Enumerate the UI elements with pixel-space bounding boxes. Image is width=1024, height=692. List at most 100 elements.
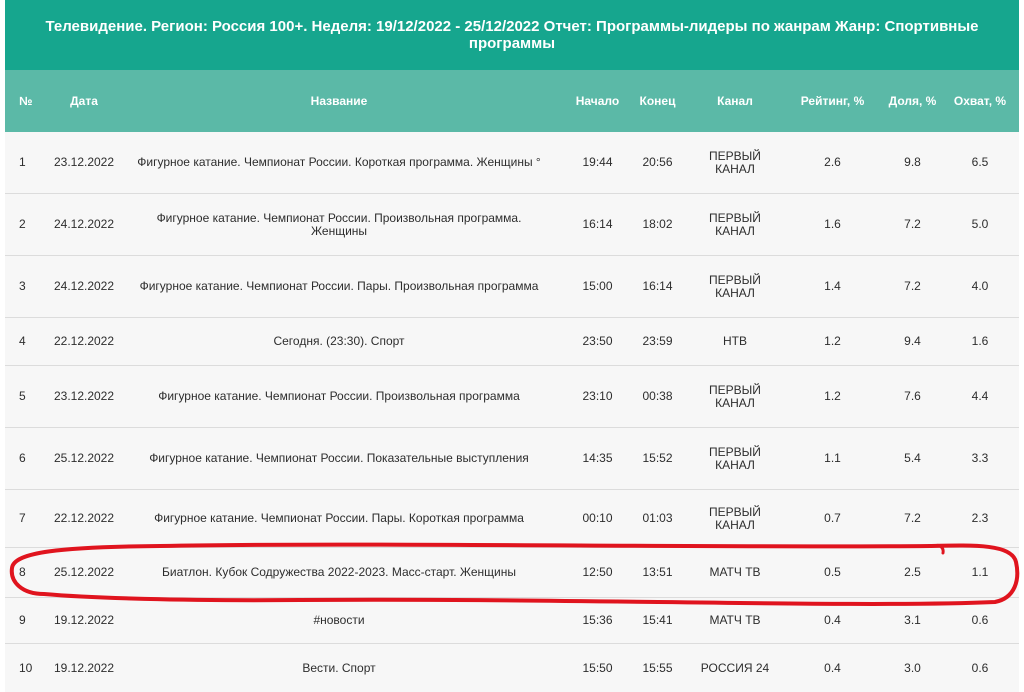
cell-reach: 4.4 (971, 389, 989, 403)
report-title: Телевидение. Регион: Россия 100+. Неделя… (45, 18, 979, 52)
cell-channel: ПЕРВЫЙ КАНАЛ (709, 148, 761, 176)
report-page: Телевидение. Регион: Россия 100+. Неделя… (5, 0, 1019, 692)
column-header-num[interactable]: № (9, 70, 39, 132)
cell-num: 2 (19, 217, 26, 231)
cell-end: 15:41 (642, 613, 673, 627)
cell-end: 16:14 (642, 279, 673, 293)
table-row[interactable]: 6 25.12.2022 Фигурное катание. Чемпионат… (5, 428, 1019, 490)
cell-start: 14:35 (582, 451, 613, 465)
cell-start: 15:36 (582, 613, 613, 627)
table-row[interactable]: 10 19.12.2022 Вести. Спорт 15:50 15:55 Р… (5, 644, 1019, 692)
cell-date: 25.12.2022 (53, 565, 115, 579)
cell-share: 2.5 (904, 565, 921, 579)
table-row[interactable]: 2 24.12.2022 Фигурное катание. Чемпионат… (5, 194, 1019, 256)
cell-name: Фигурное катание. Чемпионат России. Коро… (137, 155, 541, 169)
cell-start: 19:44 (582, 155, 613, 169)
cell-name: Фигурное катание. Чемпионат России. Прои… (158, 389, 520, 403)
cell-end: 15:55 (642, 660, 673, 675)
cell-start: 16:14 (582, 217, 613, 231)
cell-channel: ПЕРВЫЙ КАНАЛ (709, 444, 761, 472)
cell-num: 5 (19, 389, 26, 403)
table-row[interactable]: 5 23.12.2022 Фигурное катание. Чемпионат… (5, 366, 1019, 428)
cell-date: 25.12.2022 (53, 451, 115, 465)
table-row[interactable]: 8 25.12.2022 Биатлон. Кубок Содружества … (5, 548, 1019, 598)
cell-reach: 0.6 (971, 660, 989, 675)
cell-date: 19.12.2022 (53, 613, 115, 627)
cell-channel: ПЕРВЫЙ КАНАЛ (709, 382, 761, 410)
cell-end: 01:03 (642, 511, 673, 525)
cell-name: Вести. Спорт (302, 660, 376, 675)
cell-num: 9 (19, 613, 26, 627)
cell-rating: 1.2 (824, 334, 841, 348)
cell-share: 7.2 (904, 279, 921, 293)
cell-name: Фигурное катание. Чемпионат России. Пока… (149, 451, 529, 465)
cell-name: #новости (313, 613, 365, 627)
cell-start: 15:00 (582, 279, 613, 293)
cell-end: 15:52 (642, 451, 673, 465)
cell-end: 00:38 (642, 389, 673, 403)
cell-date: 23.12.2022 (53, 155, 115, 169)
table-row[interactable]: 9 19.12.2022 #новости 15:36 15:41 МАТЧ Т… (5, 598, 1019, 644)
cell-start: 12:50 (582, 565, 613, 579)
table-header: № Дата Название Начало Конец Канал Рейти… (5, 70, 1019, 132)
cell-num: 10 (19, 660, 33, 675)
cell-channel: ПЕРВЫЙ КАНАЛ (709, 210, 761, 238)
column-header-reach[interactable]: Охват, % (945, 70, 1015, 132)
table-row[interactable]: 4 22.12.2022 Сегодня. (23:30). Спорт 23:… (5, 318, 1019, 366)
cell-name: Биатлон. Кубок Содружества 2022-2023. Ма… (162, 565, 516, 579)
cell-share: 3.0 (904, 660, 921, 675)
cell-reach: 5.0 (971, 217, 989, 231)
column-header-name[interactable]: Название (130, 70, 548, 132)
table-row[interactable]: 1 23.12.2022 Фигурное катание. Чемпионат… (5, 132, 1019, 194)
cell-reach: 1.1 (971, 565, 989, 579)
cell-end: 20:56 (642, 155, 673, 169)
cell-reach: 1.6 (971, 334, 989, 348)
column-header-date[interactable]: Дата (45, 70, 123, 132)
report-title-bar: Телевидение. Регион: Россия 100+. Неделя… (5, 0, 1019, 70)
column-header-end[interactable]: Конец (630, 70, 685, 132)
cell-channel: НТВ (723, 334, 747, 348)
cell-num: 8 (19, 565, 26, 579)
cell-num: 1 (19, 155, 26, 169)
cell-rating: 1.4 (824, 279, 841, 293)
cell-share: 9.8 (904, 155, 921, 169)
cell-name: Фигурное катание. Чемпионат России. Пары… (154, 511, 524, 525)
column-header-share[interactable]: Доля, % (875, 70, 950, 132)
cell-reach: 6.5 (971, 155, 989, 169)
table-row[interactable]: 3 24.12.2022 Фигурное катание. Чемпионат… (5, 256, 1019, 318)
cell-channel: ПЕРВЫЙ КАНАЛ (709, 272, 761, 300)
cell-share: 7.2 (904, 511, 921, 525)
cell-name: Фигурное катание. Чемпионат России. Прои… (156, 210, 522, 238)
cell-share: 5.4 (904, 451, 921, 465)
cell-date: 19.12.2022 (53, 660, 115, 675)
cell-rating: 0.4 (824, 613, 841, 627)
cell-rating: 1.2 (824, 389, 841, 403)
cell-reach: 0.6 (971, 613, 989, 627)
cell-num: 4 (19, 334, 26, 348)
cell-start: 23:10 (582, 389, 613, 403)
cell-rating: 2.6 (824, 155, 841, 169)
cell-name: Сегодня. (23:30). Спорт (273, 334, 405, 348)
cell-reach: 3.3 (971, 451, 989, 465)
cell-date: 23.12.2022 (53, 389, 115, 403)
column-header-rating[interactable]: Рейтинг, % (795, 70, 870, 132)
cell-channel: МАТЧ ТВ (709, 565, 761, 579)
column-header-channel[interactable]: Канал (695, 70, 775, 132)
cell-share: 3.1 (904, 613, 921, 627)
cell-reach: 4.0 (971, 279, 989, 293)
cell-date: 22.12.2022 (53, 511, 115, 525)
table-row[interactable]: 7 22.12.2022 Фигурное катание. Чемпионат… (5, 490, 1019, 548)
cell-channel: РОССИЯ 24 (700, 660, 770, 675)
cell-end: 23:59 (642, 334, 673, 348)
cell-channel: МАТЧ ТВ (709, 613, 761, 627)
cell-num: 7 (19, 511, 26, 525)
cell-end: 13:51 (642, 565, 673, 579)
column-header-start[interactable]: Начало (570, 70, 625, 132)
cell-share: 7.2 (904, 217, 921, 231)
cell-start: 00:10 (582, 511, 613, 525)
cell-start: 15:50 (582, 660, 613, 675)
cell-rating: 0.4 (824, 660, 841, 675)
cell-date: 24.12.2022 (53, 217, 115, 231)
cell-share: 9.4 (904, 334, 921, 348)
cell-rating: 0.7 (824, 511, 841, 525)
